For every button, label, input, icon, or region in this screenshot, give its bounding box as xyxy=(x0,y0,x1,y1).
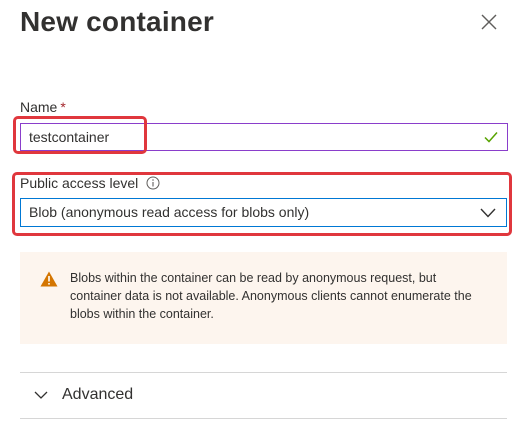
warning-icon xyxy=(40,271,58,287)
close-button[interactable] xyxy=(476,9,502,35)
close-icon xyxy=(481,14,497,30)
advanced-divider-bottom xyxy=(20,418,507,419)
name-field[interactable] xyxy=(20,123,508,151)
access-level-dropdown[interactable]: Blob (anonymous read access for blobs on… xyxy=(20,198,507,227)
access-label: Public access level xyxy=(20,174,160,192)
warning-text: Blobs within the container can be read b… xyxy=(70,271,472,321)
advanced-label: Advanced xyxy=(62,386,134,403)
info-icon[interactable] xyxy=(146,176,160,190)
name-label: Name * xyxy=(20,98,66,116)
warning-message: Blobs within the container can be read b… xyxy=(20,252,507,344)
panel-title: New container xyxy=(20,6,214,37)
name-input[interactable] xyxy=(29,128,469,146)
required-marker: * xyxy=(60,99,66,115)
name-label-text: Name xyxy=(20,99,58,115)
access-label-text: Public access level xyxy=(20,175,139,191)
checkmark-icon xyxy=(484,132,498,143)
chevron-down-icon xyxy=(34,391,48,399)
chevron-down-icon xyxy=(480,208,496,218)
access-level-selected-value: Blob (anonymous read access for blobs on… xyxy=(29,204,310,220)
advanced-section-toggle[interactable]: Advanced xyxy=(20,373,507,417)
